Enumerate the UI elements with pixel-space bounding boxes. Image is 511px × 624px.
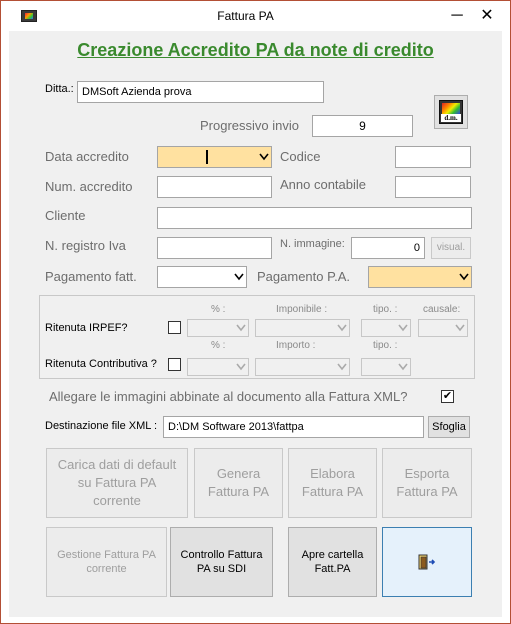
- contributiva-importo-select[interactable]: [255, 358, 350, 376]
- irpef-causale-select[interactable]: [418, 319, 468, 337]
- destinazione-input[interactable]: D:\DM Software 2013\fattpa: [163, 416, 424, 438]
- minimize-button[interactable]: ─: [443, 5, 471, 27]
- gestione-fattura-button[interactable]: Gestione Fattura PA corrente: [46, 527, 167, 597]
- pagamento-fatt-select[interactable]: [157, 266, 247, 288]
- irpef-causale-header: causale:: [423, 304, 461, 315]
- visual-button[interactable]: visual.: [431, 237, 471, 259]
- anno-contabile-input[interactable]: [395, 176, 471, 198]
- data-accredito-label: Data accredito: [45, 149, 129, 164]
- esporta-fattura-button[interactable]: Esporta Fattura PA: [382, 448, 472, 518]
- close-button[interactable]: ✕: [473, 5, 501, 27]
- contributiva-label: Ritenuta Contributiva ?: [45, 358, 157, 370]
- irpef-label: Ritenuta IRPEF?: [45, 322, 128, 334]
- progressivo-label: Progressivo invio: [200, 118, 299, 133]
- registro-iva-input[interactable]: [157, 237, 272, 259]
- immagine-label: N. immagine:: [280, 238, 345, 250]
- form-heading: Creazione Accredito PA da note di credit…: [77, 40, 434, 60]
- elabora-fattura-button[interactable]: Elabora Fattura PA: [288, 448, 377, 518]
- controllo-sdi-button[interactable]: Controllo Fattura PA su SDI: [170, 527, 273, 597]
- irpef-imponibile-header: Imponibile :: [276, 304, 328, 315]
- irpef-tipo-header: tipo. :: [373, 304, 398, 315]
- irpef-tipo-select[interactable]: [361, 319, 411, 337]
- contributiva-importo-header: Importo :: [276, 340, 316, 351]
- dm-logo-button[interactable]: d.m.: [434, 95, 468, 129]
- pagamento-fatt-label: Pagamento fatt.: [45, 269, 137, 284]
- window-title: Fattura PA: [217, 9, 274, 23]
- chevron-down-icon[interactable]: [230, 267, 246, 287]
- contributiva-tipo-header: tipo. :: [373, 340, 398, 351]
- cliente-label: Cliente: [45, 208, 86, 223]
- irpef-imponibile-select[interactable]: [255, 319, 350, 337]
- num-accredito-input[interactable]: [157, 176, 272, 198]
- irpef-checkbox[interactable]: [168, 321, 181, 334]
- irpef-percent-header: % :: [211, 304, 226, 315]
- data-accredito-picker[interactable]: [157, 146, 272, 168]
- irpef-percent-select[interactable]: [187, 319, 249, 337]
- title-bar[interactable]: Fattura PA ─ ✕: [1, 1, 510, 31]
- allegare-label: Allegare le immagini abbinate al documen…: [49, 389, 408, 404]
- apre-cartella-button[interactable]: Apre cartella Fatt.PA: [288, 527, 377, 597]
- num-accredito-label: Num. accredito: [45, 179, 133, 194]
- carica-dati-button[interactable]: Carica dati di default su Fattura PA cor…: [46, 448, 188, 518]
- pagamento-pa-select[interactable]: [368, 266, 472, 288]
- application-window: Fattura PA ─ ✕ Creazione Accredito PA da…: [0, 0, 511, 624]
- progressivo-input[interactable]: 9: [312, 115, 413, 137]
- chevron-down-icon[interactable]: [255, 147, 271, 167]
- chevron-down-icon[interactable]: [333, 359, 349, 375]
- chevron-down-icon[interactable]: [394, 359, 410, 375]
- registro-iva-label: N. registro Iva: [45, 238, 126, 253]
- chevron-down-icon[interactable]: [333, 320, 349, 336]
- genera-fattura-button[interactable]: Genera Fattura PA: [194, 448, 283, 518]
- chevron-down-icon[interactable]: [394, 320, 410, 336]
- codice-label: Codice: [280, 149, 321, 164]
- immagine-input[interactable]: 0: [351, 237, 425, 259]
- chevron-down-icon[interactable]: [232, 320, 248, 336]
- cliente-input[interactable]: [157, 207, 472, 229]
- dm-logo-icon: d.m.: [439, 100, 463, 124]
- contributiva-tipo-select[interactable]: [361, 358, 411, 376]
- ditta-input[interactable]: DMSoft Azienda prova: [77, 81, 324, 103]
- anno-contabile-label: Anno contabile: [280, 177, 367, 192]
- chevron-down-icon[interactable]: [232, 359, 248, 375]
- chevron-down-icon[interactable]: [451, 320, 467, 336]
- exit-door-icon: [418, 554, 436, 570]
- sfoglia-button[interactable]: Sfoglia: [428, 416, 470, 438]
- destinazione-label: Destinazione file XML :: [45, 420, 158, 432]
- contributiva-percent-select[interactable]: [187, 358, 249, 376]
- contributiva-percent-header: % :: [211, 340, 226, 351]
- codice-input[interactable]: [395, 146, 471, 168]
- text-caret: [206, 150, 208, 164]
- contributiva-checkbox[interactable]: [168, 358, 181, 371]
- exit-button[interactable]: [382, 527, 472, 597]
- pagamento-pa-label: Pagamento P.A.: [257, 269, 350, 284]
- allegare-checkbox[interactable]: ✔: [441, 390, 454, 403]
- chevron-down-icon[interactable]: [455, 267, 471, 287]
- form-body: Creazione Accredito PA da note di credit…: [9, 31, 502, 617]
- ditta-label: Ditta.:: [45, 83, 74, 95]
